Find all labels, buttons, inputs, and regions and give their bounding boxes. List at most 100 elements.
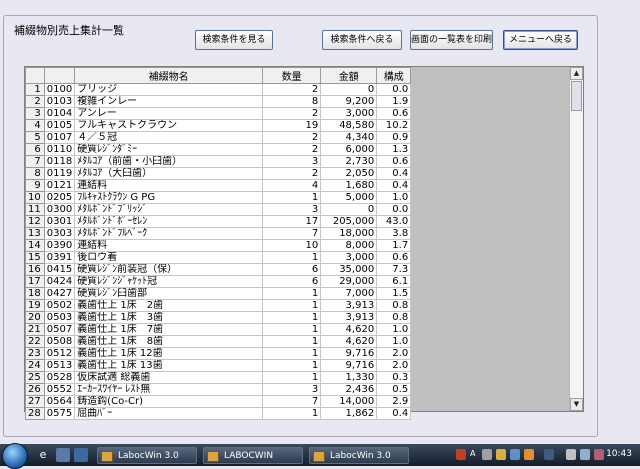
print-list-button[interactable]: 画面の一覧表を印刷 xyxy=(410,30,493,50)
table-row[interactable]: 14 0390 連結料 10 8,000 1.7 xyxy=(25,239,412,252)
row-number-cell[interactable]: 2 xyxy=(25,95,45,108)
scroll-down-arrow-icon[interactable]: ▼ xyxy=(570,398,583,411)
row-number-cell[interactable]: 14 xyxy=(25,239,45,252)
item-name-cell[interactable]: 硬質ﾚｼﾞﾝ臼歯部 xyxy=(74,287,264,300)
quantity-cell[interactable]: 2 xyxy=(262,167,322,180)
amount-cell[interactable]: 205,000 xyxy=(320,215,378,228)
item-name-cell[interactable]: フルキャストクラウン xyxy=(74,119,264,132)
row-number-cell[interactable]: 8 xyxy=(25,167,45,180)
item-name-cell[interactable]: 屈曲ﾊﾞｰ xyxy=(74,407,264,420)
ratio-cell[interactable]: 0.5 xyxy=(376,383,412,396)
row-number-cell[interactable]: 7 xyxy=(25,155,45,168)
row-number-cell[interactable]: 25 xyxy=(25,371,45,384)
keyboard-icon[interactable] xyxy=(544,449,554,460)
amount-cell[interactable]: 48,580 xyxy=(320,119,378,132)
header-ratio[interactable]: 構成 xyxy=(376,67,412,84)
amount-cell[interactable]: 7,000 xyxy=(320,287,378,300)
ratio-cell[interactable]: 0.0 xyxy=(376,203,412,216)
quantity-cell[interactable]: 3 xyxy=(262,383,322,396)
quantity-cell[interactable]: 1 xyxy=(262,191,322,204)
header-amount[interactable]: 金額 xyxy=(320,67,378,84)
quantity-cell[interactable]: 2 xyxy=(262,143,322,156)
item-code-cell[interactable]: 0105 xyxy=(43,119,76,132)
amount-cell[interactable]: 14,000 xyxy=(320,395,378,408)
item-name-cell[interactable]: 鋳造鈎(Co-Cr) xyxy=(74,395,264,408)
item-name-cell[interactable]: 義歯仕上 1床 2歯 xyxy=(74,299,264,312)
amount-cell[interactable]: 2,436 xyxy=(320,383,378,396)
desktop-icon[interactable] xyxy=(56,448,70,462)
ratio-cell[interactable]: 0.6 xyxy=(376,107,412,120)
task-labocwin-folder[interactable]: LABOCWIN xyxy=(203,447,303,464)
amount-cell[interactable]: 3,000 xyxy=(320,251,378,264)
item-name-cell[interactable]: ﾒﾀﾙｺｱ（前歯・小臼歯） xyxy=(74,155,264,168)
row-number-cell[interactable]: 3 xyxy=(25,107,45,120)
table-row[interactable]: 6 0110 硬質ﾚｼﾞﾝﾀﾞﾐｰ 2 6,000 1.3 xyxy=(25,143,412,156)
ratio-cell[interactable]: 43.0 xyxy=(376,215,412,228)
table-row[interactable]: 21 0507 義歯仕上 1床 7歯 1 4,620 1.0 xyxy=(25,323,412,336)
amount-cell[interactable]: 1,862 xyxy=(320,407,378,420)
ratio-cell[interactable]: 0.8 xyxy=(376,299,412,312)
row-number-cell[interactable]: 16 xyxy=(25,263,45,276)
quantity-cell[interactable]: 1 xyxy=(262,251,322,264)
quantity-cell[interactable]: 6 xyxy=(262,263,322,276)
amount-cell[interactable]: 9,716 xyxy=(320,347,378,360)
quantity-cell[interactable]: 3 xyxy=(262,155,322,168)
item-name-cell[interactable]: ﾒﾀﾙﾎﾞﾝﾄﾞﾌﾙﾍﾞｰｸ xyxy=(74,227,264,240)
row-number-cell[interactable]: 28 xyxy=(25,407,45,420)
back-to-conditions-button[interactable]: 検索条件へ戻る xyxy=(322,30,402,50)
settings-icon[interactable] xyxy=(524,449,534,460)
quantity-cell[interactable]: 6 xyxy=(262,275,322,288)
item-name-cell[interactable]: ブリッジ xyxy=(74,83,264,96)
speaker-icon[interactable] xyxy=(566,449,576,460)
item-code-cell[interactable]: 0119 xyxy=(43,167,76,180)
item-name-cell[interactable]: ﾌﾙｷｬｽﾄｸﾗｳﾝ G PG xyxy=(74,191,264,204)
item-name-cell[interactable]: ﾒﾀﾙﾎﾞﾝﾄﾞﾎﾟｰｾﾚﾝ xyxy=(74,215,264,228)
quantity-cell[interactable]: 1 xyxy=(262,359,322,372)
item-code-cell[interactable]: 0104 xyxy=(43,107,76,120)
amount-cell[interactable]: 1,680 xyxy=(320,179,378,192)
ratio-cell[interactable]: 1.0 xyxy=(376,323,412,336)
row-number-cell[interactable]: 18 xyxy=(25,287,45,300)
item-name-cell[interactable]: 義歯仕上 1床 3歯 xyxy=(74,311,264,324)
item-code-cell[interactable]: 0107 xyxy=(43,131,76,144)
help-icon[interactable] xyxy=(510,449,520,460)
table-row[interactable]: 22 0508 義歯仕上 1床 8歯 1 4,620 1.0 xyxy=(25,335,412,348)
quantity-cell[interactable]: 7 xyxy=(262,227,322,240)
amount-cell[interactable]: 18,000 xyxy=(320,227,378,240)
amount-cell[interactable]: 1,330 xyxy=(320,371,378,384)
item-name-cell[interactable]: 義歯仕上 1床 13歯 xyxy=(74,359,264,372)
item-code-cell[interactable]: 0528 xyxy=(43,371,76,384)
ratio-cell[interactable]: 1.9 xyxy=(376,95,412,108)
item-code-cell[interactable]: 0507 xyxy=(43,323,76,336)
quantity-cell[interactable]: 1 xyxy=(262,335,322,348)
item-code-cell[interactable]: 0110 xyxy=(43,143,76,156)
amount-cell[interactable]: 0 xyxy=(320,203,378,216)
amount-cell[interactable]: 9,716 xyxy=(320,359,378,372)
row-number-cell[interactable]: 10 xyxy=(25,191,45,204)
item-name-cell[interactable]: 複雑インレー xyxy=(74,95,264,108)
quantity-cell[interactable]: 17 xyxy=(262,215,322,228)
item-name-cell[interactable]: 後ロウ着 xyxy=(74,251,264,264)
item-code-cell[interactable]: 0564 xyxy=(43,395,76,408)
table-row[interactable]: 26 0552 ｴｰｶｰｽﾜｲﾔｰ ﾚｽﾄ無 3 2,436 0.5 xyxy=(25,383,412,396)
table-row[interactable]: 16 0415 硬質ﾚｼﾞﾝ前装冠（保） 6 35,000 7.3 xyxy=(25,263,412,276)
item-name-cell[interactable]: ﾒﾀﾙﾎﾞﾝﾄﾞﾌﾞﾘｯｼﾞ xyxy=(74,203,264,216)
table-row[interactable]: 18 0427 硬質ﾚｼﾞﾝ臼歯部 1 7,000 1.5 xyxy=(25,287,412,300)
item-code-cell[interactable]: 0424 xyxy=(43,275,76,288)
item-code-cell[interactable]: 0121 xyxy=(43,179,76,192)
item-name-cell[interactable]: 硬質ﾚｼﾞﾝ前装冠（保） xyxy=(74,263,264,276)
task-labocwin-1[interactable]: LabocWin 3.0 xyxy=(97,447,197,464)
item-name-cell[interactable]: 連結料 xyxy=(74,179,264,192)
amount-cell[interactable]: 29,000 xyxy=(320,275,378,288)
item-name-cell[interactable]: ﾒﾀﾙｺｱ（大臼歯） xyxy=(74,167,264,180)
ratio-cell[interactable]: 0.9 xyxy=(376,131,412,144)
quantity-cell[interactable]: 2 xyxy=(262,107,322,120)
table-row[interactable]: 27 0564 鋳造鈎(Co-Cr) 7 14,000 2.9 xyxy=(25,395,412,408)
amount-cell[interactable]: 4,620 xyxy=(320,335,378,348)
table-row[interactable]: 7 0118 ﾒﾀﾙｺｱ（前歯・小臼歯） 3 2,730 0.6 xyxy=(25,155,412,168)
table-row[interactable]: 9 0121 連結料 4 1,680 0.4 xyxy=(25,179,412,192)
header-item-name[interactable]: 補綴物名 xyxy=(74,67,264,84)
row-number-cell[interactable]: 24 xyxy=(25,359,45,372)
item-code-cell[interactable]: 0503 xyxy=(43,311,76,324)
clock[interactable]: 10:43 xyxy=(606,449,632,459)
